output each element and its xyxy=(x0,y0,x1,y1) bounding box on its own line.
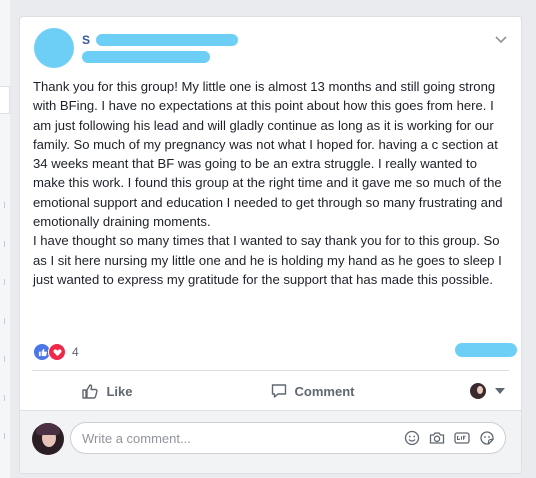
camera-icon[interactable] xyxy=(429,430,445,446)
redacted-post-meta xyxy=(82,51,210,63)
thumbs-up-icon xyxy=(82,384,99,399)
sticker-icon[interactable] xyxy=(479,430,495,446)
author-name[interactable]: S xyxy=(82,33,90,47)
comment-composer: Write a comment... xyxy=(20,410,521,473)
reaction-count: 4 xyxy=(72,345,79,359)
left-column-marker xyxy=(0,356,5,362)
author-avatar[interactable] xyxy=(34,28,74,68)
post-card: S Thank you for this group! My little on… xyxy=(19,16,522,474)
comment-label: Comment xyxy=(294,383,355,399)
emoji-icon[interactable] xyxy=(404,430,420,446)
left-column-marker xyxy=(0,395,5,401)
left-column-marker xyxy=(0,241,5,247)
comment-icon xyxy=(271,384,286,398)
like-label: Like xyxy=(106,383,133,399)
left-column-marker xyxy=(0,202,5,208)
comment-button[interactable]: Comment xyxy=(202,382,422,400)
left-column-marker xyxy=(0,318,5,324)
action-bar: Like Comment xyxy=(32,373,509,409)
gif-icon[interactable] xyxy=(454,430,470,446)
comment-input[interactable]: Write a comment... xyxy=(70,422,506,454)
composer-icons xyxy=(404,430,495,446)
commenter-avatar xyxy=(32,423,64,455)
left-column-marker xyxy=(0,279,5,285)
comment-placeholder: Write a comment... xyxy=(82,431,191,446)
caret-down-icon xyxy=(495,388,505,394)
divider xyxy=(32,370,509,371)
like-button[interactable]: Like xyxy=(32,382,182,400)
redacted-comment-count xyxy=(455,343,517,357)
left-column-edge xyxy=(0,0,10,478)
post-body: Thank you for this group! My little one … xyxy=(33,79,503,287)
left-column-widget xyxy=(0,86,10,114)
avatar xyxy=(470,383,486,399)
reaction-summary[interactable]: 4 xyxy=(33,343,79,361)
post-as-selector[interactable] xyxy=(470,383,505,399)
redacted-author-name xyxy=(96,34,238,46)
chevron-down-icon[interactable] xyxy=(493,31,509,47)
love-reaction-icon xyxy=(48,343,66,361)
left-column-marker xyxy=(0,433,5,439)
